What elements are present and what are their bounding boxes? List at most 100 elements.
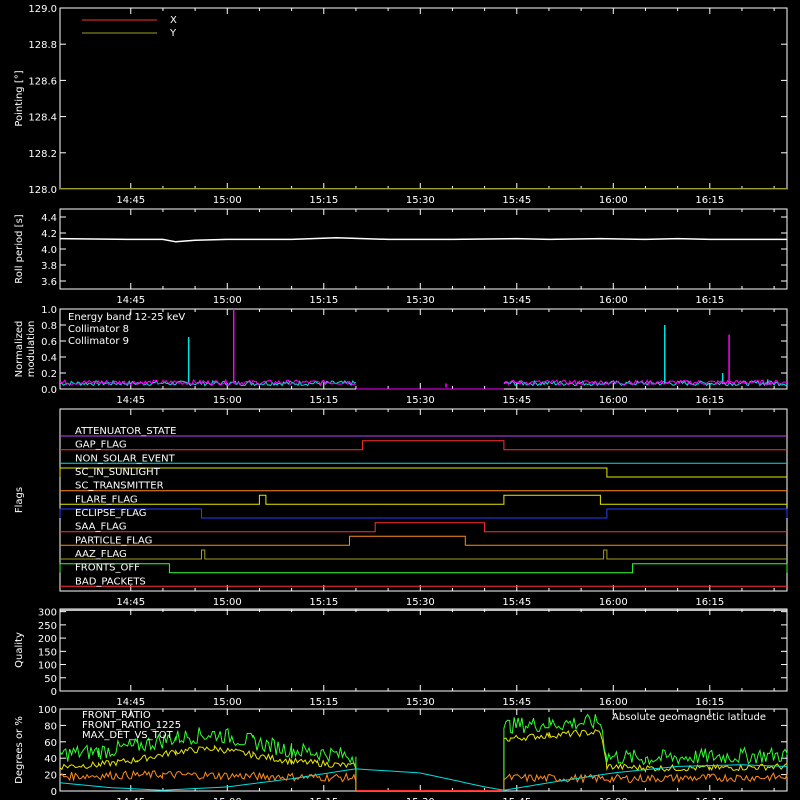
flag-label: SAA_FLAG [75,522,126,533]
x-tick-label: 15:30 [406,395,435,406]
flag-line-eclipse-flag [59,508,788,519]
flag-line-fronts-off [59,563,788,574]
flag-line-flare-flag [60,494,787,505]
y-tick-label: 0.6 [41,337,57,348]
y-tick-label: 250 [38,621,57,632]
y-tick-label: 0.8 [41,321,57,332]
y-axis-label: Pointing [°] [14,70,25,126]
flag-label: GAP_FLAG [75,440,127,451]
series-line-roll-period [59,237,787,243]
x-tick-label: 14:45 [116,195,145,206]
x-tick-label: 14:45 [116,697,145,708]
flag-label: SC_IN_SUNLIGHT [75,467,161,478]
panel-2: 14:45 15:00 15:15 15:30 15:45 16:00 16:15 Roll … [14,208,788,306]
y-tick-label: 4.0 [41,245,57,256]
y-tick-label: 3.6 [41,277,57,288]
y-tick-label: 20 [44,771,57,782]
y-tick-label: 128.8 [28,40,57,51]
legend-entry: Absolute geomagnetic latitude [612,712,766,723]
x-tick-label: 15:45 [502,295,531,306]
flag-label: NON_SOLAR_EVENT [75,453,176,464]
y-tick-label: 0.0 [41,385,57,396]
x-tick-label: 15:00 [213,295,242,306]
x-tick-label: 15:30 [406,597,435,608]
x-tick-label: 15:00 [213,597,242,608]
y-tick-label: 100 [38,705,57,716]
panel-1: 14:45 15:00 15:15 15:30 15:45 16:00 16:15 Point… [14,4,788,206]
flag-line-aaz-flag [60,549,787,560]
y-axis-label: Normalized [14,321,25,378]
y-tick-label: 50 [44,674,57,685]
x-tick-label: 16:15 [695,395,724,406]
y-tick-label: 150 [38,647,57,658]
panel-5: 14:45 15:00 15:15 15:30 15:45 16:00 16:15 Quali… [14,608,788,708]
y-axis-label: Roll period [s] [14,214,25,283]
y-tick-label: 100 [38,661,57,672]
y-tick-label: 128.6 [28,76,57,87]
x-tick-label: 15:45 [502,195,531,206]
y-axis-label: Quality [14,632,25,668]
panel-4: 14:45 15:00 15:15 15:30 15:45 16:00 16:15 Flags… [14,408,788,608]
flag-label: AAZ_FLAG [75,549,127,560]
y-tick-label: 300 [38,608,57,619]
x-tick-label: 16:00 [599,597,628,608]
x-tick-label: 14:45 [116,395,145,406]
x-tick-label: 16:00 [599,395,628,406]
x-tick-label: 15:00 [213,697,242,708]
x-tick-label: 16:15 [695,697,724,708]
legend-entry: X [170,15,177,26]
y-tick-label: 40 [44,754,57,765]
flag-label: SC_TRANSMITTER [75,481,164,492]
panel-6: 14:4515:0015:1515:3015:4516:0016:15Degre… [14,705,788,800]
y-tick-label: 4.4 [41,213,57,224]
y-tick-label: 4.2 [41,229,57,240]
legend-entry: MAX_DET_VS_TOT [82,730,174,741]
panel-frame [59,608,788,692]
x-tick-label: 15:45 [502,697,531,708]
x-tick-label: 15:15 [309,395,338,406]
legend-entry: Energy band 12-25 keV [68,312,185,323]
x-tick-label: 15:00 [213,195,242,206]
y-tick-label: 129.0 [28,4,57,15]
x-tick-label: 16:00 [599,697,628,708]
legend-entry: Collimator 9 [68,336,129,347]
flag-line-particle-flag [60,535,787,546]
y-tick-label: 0 [51,787,57,798]
x-tick-label: 16:00 [599,195,628,206]
y-tick-label: 128.0 [28,185,57,196]
x-tick-label: 16:15 [695,195,724,206]
x-tick-label: 14:45 [116,295,145,306]
x-tick-label: 14:45 [116,597,145,608]
y-tick-label: 1.0 [41,305,57,316]
x-tick-label: 15:15 [309,295,338,306]
x-tick-label: 16:15 [695,597,724,608]
legend-entry: Y [169,28,177,39]
x-tick-label: 16:00 [599,295,628,306]
y-tick-label: 60 [44,738,57,749]
y-tick-label: 0.2 [41,369,57,380]
x-tick-label: 15:15 [309,597,338,608]
y-axis-label: Flags [14,487,25,513]
series-line-front-ratio [59,744,357,791]
x-tick-label: 15:15 [309,697,338,708]
y-tick-label: 80 [44,721,57,732]
y-tick-label: 128.4 [28,113,57,124]
panel-3: 14:45 15:00 15:15 15:30 15:45 16:00 16:15 Norma… [14,305,788,406]
y-tick-label: 0.4 [41,353,57,364]
x-tick-label: 15:30 [406,195,435,206]
flag-label: PARTICLE_FLAG [75,535,152,546]
flag-label: ECLIPSE_FLAG [75,508,146,519]
multi-panel-chart: 14:45 15:00 15:15 15:30 15:45 16:00 16:15 Point… [14,4,788,800]
flag-line-saa-flag [60,522,787,533]
y-axis-label: Degrees or % [14,716,25,784]
y-tick-label: 200 [38,634,57,645]
x-tick-label: 15:15 [309,195,338,206]
x-tick-label: 15:00 [213,395,242,406]
y-tick-label: 3.8 [41,261,57,272]
y-tick-label: 0 [51,687,57,698]
x-tick-label: 15:30 [406,295,435,306]
x-tick-label: 15:45 [502,395,531,406]
flag-label: ATTENUATOR_STATE [75,426,176,437]
flag-line-sc-in-sunlight [59,467,787,478]
flag-line-gap-flag [60,440,787,451]
